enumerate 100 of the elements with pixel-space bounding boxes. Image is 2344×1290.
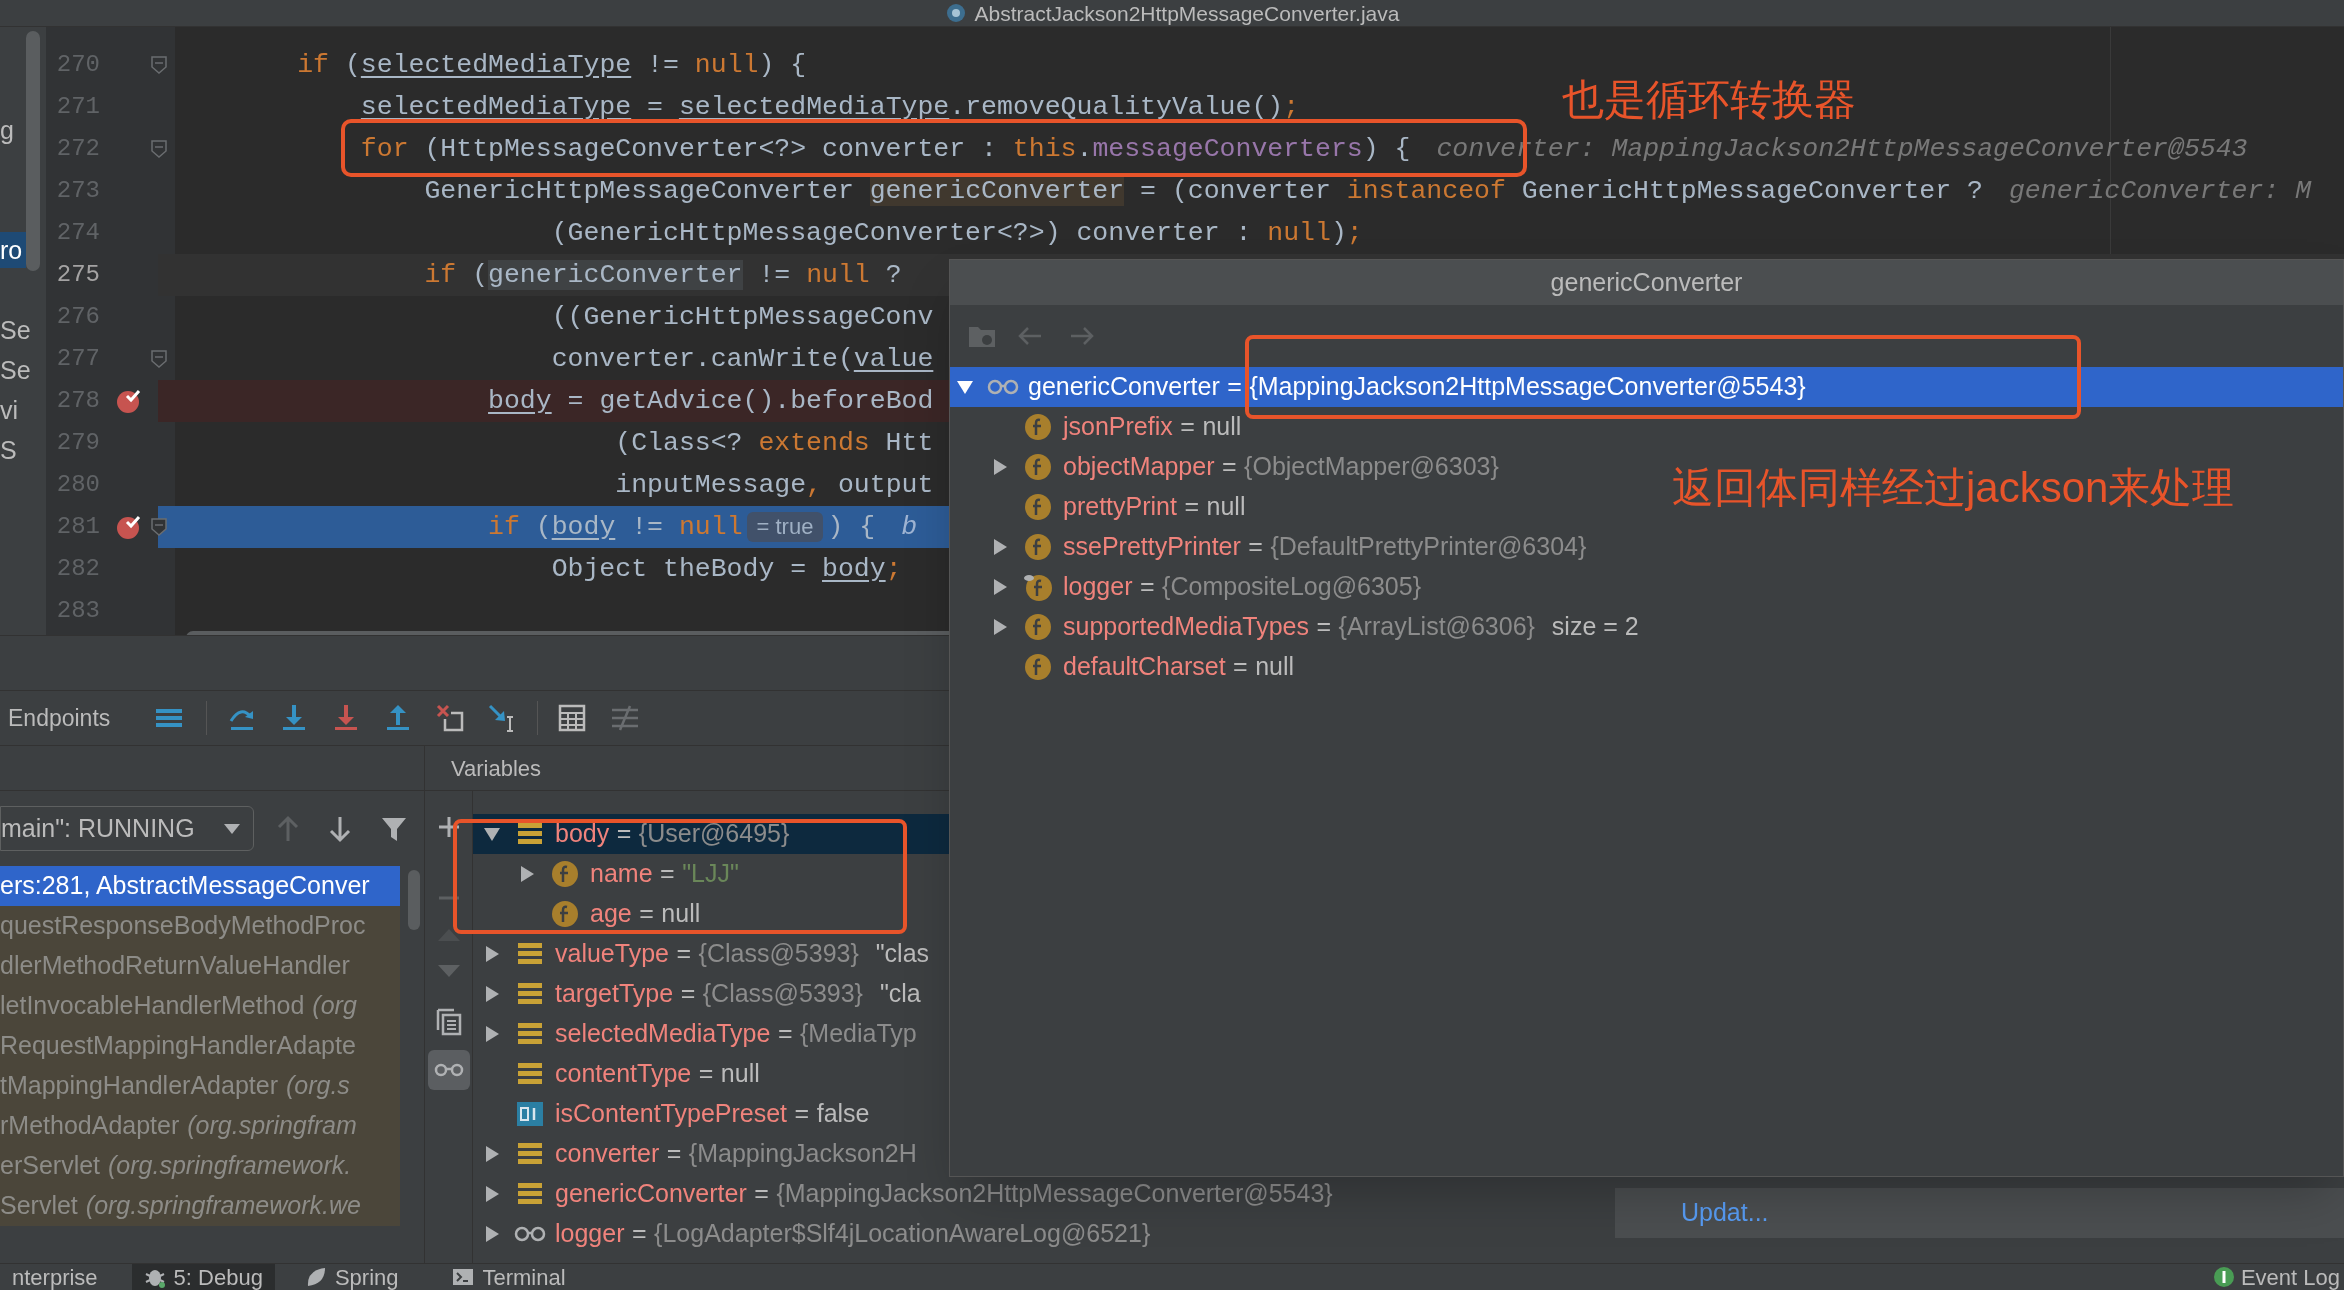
stack-frame[interactable]: tMappingHandlerAdapter (org.s [0, 1066, 400, 1106]
field-icon [551, 860, 579, 888]
code-text: body = getAdvice().beforeBod [488, 386, 934, 416]
tool-window-tab[interactable]: nterprise [0, 1264, 110, 1290]
panel-title: Variables [451, 754, 542, 783]
code-text: if (selectedMediaType != null) { [297, 50, 807, 80]
glasses-icon [514, 1226, 546, 1242]
field-icon [1024, 453, 1052, 481]
expand-arrow-icon[interactable] [991, 618, 1009, 636]
inline-hint: b [901, 512, 918, 542]
tool-window-tab[interactable]: Spring [292, 1264, 411, 1290]
variable-label: selectedMediaType = {MediaTyp [555, 1018, 917, 1050]
event-log-button[interactable]: Event Log [2212, 1264, 2340, 1290]
glasses-icon [433, 1063, 464, 1077]
field-icon [1023, 572, 1053, 602]
list-icon[interactable] [154, 706, 185, 730]
tree-row[interactable]: contentType = null [473, 1054, 768, 1094]
stack-icon [516, 981, 544, 1007]
breakpoint-icon[interactable] [115, 387, 143, 415]
expand-arrow-icon[interactable] [483, 1145, 501, 1163]
calculator-icon[interactable] [558, 704, 587, 732]
expand-arrow-icon[interactable] [483, 945, 501, 963]
variable-label: jsonPrefix = null [1063, 411, 1242, 443]
tree-row[interactable]: age = null [473, 894, 709, 934]
expand-arrow-icon[interactable] [991, 458, 1009, 476]
code-text: for (HttpMessageConverter<?> converter : this.messageConverters) { [360, 134, 1411, 164]
tree-row[interactable]: jsonPrefix = null [950, 407, 1250, 447]
code-text: ((GenericHttpMessageConv [551, 302, 934, 332]
plus-icon[interactable] [437, 816, 460, 838]
stack-frame[interactable]: RequestMappingHandlerAdapte [0, 1026, 400, 1066]
annotation-text: 返回体同样经过jackson来处理 [1672, 463, 2235, 513]
scrollbar-thumb[interactable] [26, 31, 40, 271]
tree-row[interactable]: objectMapper = {ObjectMapper@6303} [950, 447, 1507, 487]
info-icon [2212, 1266, 2235, 1288]
binary-icon [516, 1101, 544, 1127]
update-link[interactable]: Updat... [1681, 1194, 1769, 1232]
tree-row[interactable]: genericConverter = {MappingJackson2HttpMessageConverter@5543} [473, 1174, 1341, 1214]
expand-arrow-icon[interactable] [483, 1225, 501, 1243]
stack-icon [516, 821, 544, 847]
copy-icon[interactable] [435, 1008, 462, 1036]
tree-item[interactable]: g [0, 112, 14, 148]
tree-row[interactable]: targetType = {Class@5393} "cla [473, 974, 929, 1014]
stack-frame[interactable]: questResponseBodyMethodProc [0, 906, 400, 946]
variable-label: logger = {CompositeLog@6305} [1063, 571, 1421, 603]
collapse-arrow-icon[interactable] [483, 825, 501, 843]
tree-row[interactable]: valueType = {Class@5393} "clas [473, 934, 938, 974]
tree-row[interactable]: supportedMediaTypes = {ArrayList@6306} size = 2 [950, 607, 1647, 647]
minus-icon[interactable] [437, 896, 460, 900]
inline-hint: genericConverter: M [2008, 176, 2312, 206]
expand-arrow-icon[interactable] [991, 538, 1009, 556]
tree-item[interactable]: vi [0, 392, 19, 428]
tree-row[interactable]: name = "LJJ" [473, 854, 747, 894]
variable-label: supportedMediaTypes = {ArrayList@6306} size = 2 [1063, 611, 1639, 643]
variable-label: isContentTypePreset = false [555, 1098, 870, 1130]
thread-dropdown[interactable]: main": RUNNING [0, 806, 254, 851]
code-text: inputMessage, output [615, 470, 934, 500]
collapse-arrow-icon[interactable] [956, 378, 974, 396]
endpoints-label[interactable]: Endpoints [8, 700, 111, 736]
variable-label: ssePrettyPrinter = {DefaultPrettyPrinter@6304} [1063, 531, 1587, 563]
tree-row[interactable]: logger = {LogAdapter$Slf4jLocationAwareLog@6521} [473, 1214, 1159, 1254]
expand-arrow-icon[interactable] [991, 578, 1009, 596]
tree-row[interactable]: defaultCharset = null [950, 647, 1303, 687]
stack-frame[interactable]: Servlet (org.springframework.we [0, 1186, 400, 1226]
tree-row[interactable]: selectedMediaType = {MediaTyp [473, 1014, 925, 1054]
tool-window-tab[interactable]: 5: Debug [131, 1264, 275, 1290]
tree-item[interactable]: Se [0, 352, 31, 388]
stack-frame[interactable]: erServlet (org.springframework. [0, 1146, 400, 1186]
code-text: if (genericConverter != null ? [424, 260, 902, 290]
up-triangle-icon[interactable] [436, 928, 461, 942]
tree-item[interactable]: Se [0, 312, 31, 348]
drop-frame-button[interactable] [435, 703, 466, 733]
stack-icon [516, 1021, 544, 1047]
expand-arrow-icon[interactable] [483, 1025, 501, 1043]
watch-toggle-button[interactable] [427, 1050, 470, 1090]
stack-frame[interactable]: rMethodAdapter (org.springfram [0, 1106, 400, 1146]
stack-frame[interactable]: dlerMethodReturnValueHandler [0, 946, 400, 986]
popup-title: genericConverter [1550, 266, 1743, 298]
stack-frame[interactable]: letInvocableHandlerMethod (org [0, 986, 400, 1026]
glasses-icon [987, 379, 1019, 395]
down-arrow-icon[interactable] [328, 814, 352, 843]
tree-row[interactable]: prettyPrint = null [950, 487, 1254, 527]
tree-item[interactable]: ro [0, 232, 27, 268]
code-text: (GenericHttpMessageConverter<?>) converter : null); [551, 218, 1363, 248]
file-icon [944, 2, 967, 24]
scrollbar-thumb[interactable] [408, 870, 420, 930]
code-text: selectedMediaType = selectedMediaType.removeQualityValue(); [360, 92, 1300, 122]
tool-window-tab[interactable]: Terminal [440, 1264, 578, 1290]
tree-row[interactable]: converter = {MappingJackson2H [473, 1134, 925, 1174]
tree-row[interactable]: genericConverter = {MappingJackson2HttpMessageConverter@5543} [950, 367, 2343, 407]
tree-row[interactable]: logger = {CompositeLog@6305} [950, 567, 1429, 607]
tree-item[interactable]: S [0, 432, 17, 468]
expand-arrow-icon[interactable] [483, 1185, 501, 1203]
tree-row[interactable]: isContentTypePreset = false [473, 1094, 878, 1134]
expand-arrow-icon[interactable] [483, 985, 501, 1003]
tree-row[interactable]: ssePrettyPrinter = {DefaultPrettyPrinter@6304} [950, 527, 1595, 567]
code-text: converter.canWrite(value [551, 344, 934, 374]
stack-frame[interactable]: ers:281, AbstractMessageConver [0, 866, 400, 906]
field-icon [1024, 613, 1052, 641]
breakpoint-icon[interactable] [115, 513, 143, 541]
expand-arrow-icon[interactable] [518, 865, 536, 883]
